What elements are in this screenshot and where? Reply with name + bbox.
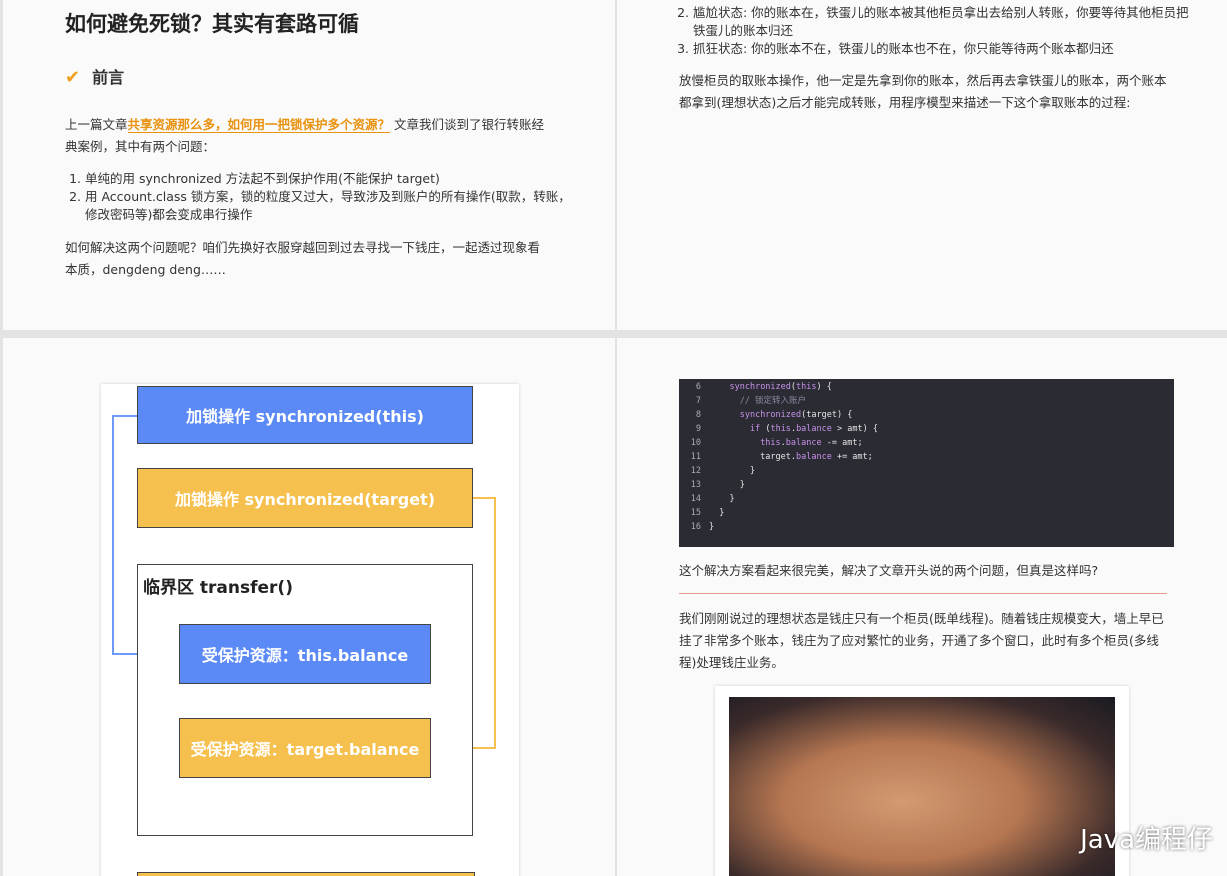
resource-this-box: 受保护资源：this.balance [179, 624, 431, 684]
critical-section-label: 临界区 transfer() [143, 578, 293, 598]
critical-section: 临界区 transfer() [137, 564, 473, 836]
closing-paragraph: 如何解决这两个问题呢？咱们先换好衣服穿越回到过去寻找一下钱庄，一起透过现象看本质… [65, 240, 541, 277]
list-item: 尴尬状态: 你的账本在，铁蛋儿的账本被其他柜员拿出去给别人转账，你要等待其他柜员… [693, 4, 1193, 40]
divider [679, 593, 1167, 594]
code-line-number: 7 [695, 396, 701, 406]
code-line-number: 13 [690, 480, 701, 490]
list-item: 单纯的用 synchronized 方法起不到保护作用(不能保护 target) [85, 170, 580, 188]
page-bottom-left: 加锁操作 synchronized(this) 加锁操作 synchronize… [3, 338, 615, 876]
code-line-number: 15 [690, 508, 701, 518]
code-line-number: 14 [690, 494, 701, 504]
article-title: 如何避免死锁？其实有套路可循 [65, 12, 359, 36]
code-line-number: 9 [695, 424, 701, 434]
paragraph: 放慢柜员的取账本操作，他一定是先拿到你的账本，然后再去拿铁蛋儿的账本，两个账本都… [679, 73, 1167, 110]
section-heading-text: 前言 [92, 68, 125, 87]
code-line: } [709, 466, 756, 476]
intro-paragraph: 上一篇文章共享资源那么多，如何用一把锁保护多个资源？ 文章我们谈到了银行转账经典… [65, 114, 550, 158]
code-line-number: 10 [690, 438, 701, 448]
code-line: } [709, 480, 745, 490]
code-line: } [709, 508, 725, 518]
page-top-left: 如何避免死锁？其实有套路可循 ✔ 前言 上一篇文章共享资源那么多，如何用一把锁保护… [3, 0, 615, 330]
code-line: synchronized(this) { [729, 382, 832, 392]
code-block: 6 synchronized(this) { 7 // 锁定转入账户 8 synch… [679, 379, 1174, 547]
intro-prefix: 上一篇文章 [65, 117, 128, 132]
watermark: Java编程仔 [1080, 825, 1213, 855]
resource-target-box: 受保护资源：target.balance [179, 718, 431, 778]
lock-target-box: 加锁操作 synchronized(target) [137, 468, 473, 528]
code-line: if (this.balance > amt) { [749, 424, 878, 434]
next-box-partial [137, 872, 475, 876]
list-item: 抓狂状态: 你的账本不在，铁蛋儿的账本也不在，你只能等待两个账本都归还 [693, 40, 1193, 58]
code-line: // 锁定转入账户 [709, 396, 807, 406]
intro-link[interactable]: 共享资源那么多，如何用一把锁保护多个资源？ [127, 117, 391, 133]
paragraph: 我们刚刚说过的理想状态是钱庄只有一个柜员(既单线程)。随着钱庄规模变大，墙上早已… [679, 611, 1164, 670]
code-line: this.balance -= amt; [760, 438, 863, 448]
page-top-right: 尴尬状态: 你的账本在，铁蛋儿的账本被其他柜员拿出去给别人转账，你要等待其他柜员… [617, 0, 1227, 330]
page-bottom-right: 6 synchronized(this) { 7 // 锁定转入账户 8 synch… [617, 338, 1227, 876]
code-line-number: 8 [695, 410, 701, 420]
code-line: synchronized(target) { [739, 410, 853, 420]
code-line-number: 6 [695, 382, 701, 392]
code-line-number: 12 [690, 466, 701, 476]
list-item: 用 Account.class 锁方案，锁的粒度又过大，导致涉及到账户的所有操作… [85, 188, 580, 224]
question-text: 这个解决方案看起来很完美，解决了文章开头说的两个问题，但真是这样吗? [679, 563, 1099, 578]
code-line: target.balance += amt; [709, 452, 873, 462]
code-line: } [709, 494, 735, 504]
lock-this-box: 加锁操作 synchronized(this) [137, 386, 473, 444]
code-line-number: 11 [690, 452, 701, 462]
lock-diagram: 加锁操作 synchronized(this) 加锁操作 synchronize… [101, 384, 519, 876]
section-heading: ✔ 前言 [65, 64, 124, 88]
meme-photo [729, 697, 1115, 876]
state-list: 尴尬状态: 你的账本在，铁蛋儿的账本被其他柜员拿出去给别人转账，你要等待其他柜员… [661, 4, 1193, 58]
problem-list: 单纯的用 synchronized 方法起不到保护作用(不能保护 target)… [53, 170, 580, 224]
code-line-number: 16 [690, 522, 701, 532]
checkmark-icon: ✔ [65, 67, 81, 88]
code-line: } [709, 522, 715, 532]
